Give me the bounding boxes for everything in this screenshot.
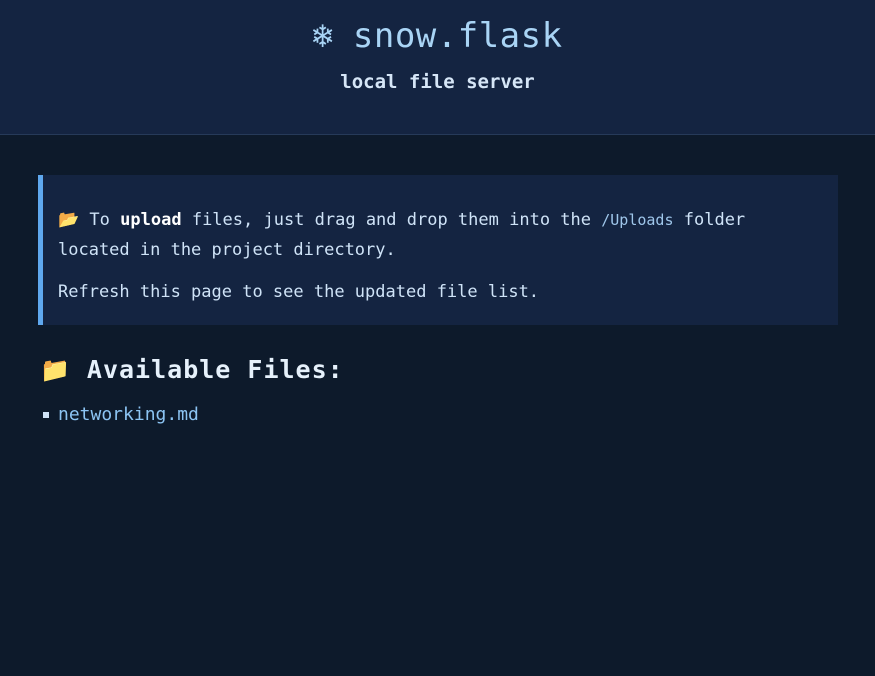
upload-info-box: 📂 To upload files, just drag and drop th… bbox=[38, 175, 838, 325]
app-title: snow.flask bbox=[352, 16, 563, 56]
file-list: networking.md bbox=[38, 404, 838, 425]
file-link-networking[interactable]: networking.md bbox=[58, 404, 199, 425]
refresh-instructions: Refresh this page to see the updated fil… bbox=[58, 282, 540, 302]
app-header: ❄ snow.flask local file server bbox=[0, 0, 875, 135]
list-item: networking.md bbox=[38, 404, 838, 425]
instruction-text-start: To bbox=[89, 210, 110, 230]
folder-icon: 📁 bbox=[40, 355, 71, 384]
upload-bold-word: upload bbox=[120, 210, 182, 230]
app-subtitle: local file server bbox=[340, 71, 535, 93]
instruction-text-mid: files, just drag and drop them into the bbox=[191, 210, 591, 230]
available-files-title: Available Files: bbox=[86, 355, 344, 384]
title-row: ❄ snow.flask bbox=[0, 0, 875, 60]
snowflake-icon: ❄ bbox=[312, 16, 333, 56]
main-content: 📂 To upload files, just drag and drop th… bbox=[0, 135, 875, 425]
square-bullet-icon bbox=[43, 411, 49, 418]
upload-instructions: 📂 To upload files, just drag and drop th… bbox=[58, 205, 820, 265]
available-files-heading: 📁 Available Files: bbox=[38, 355, 838, 384]
open-folder-icon: 📂 bbox=[58, 210, 80, 230]
uploads-folder-path: /Uploads bbox=[601, 211, 674, 229]
